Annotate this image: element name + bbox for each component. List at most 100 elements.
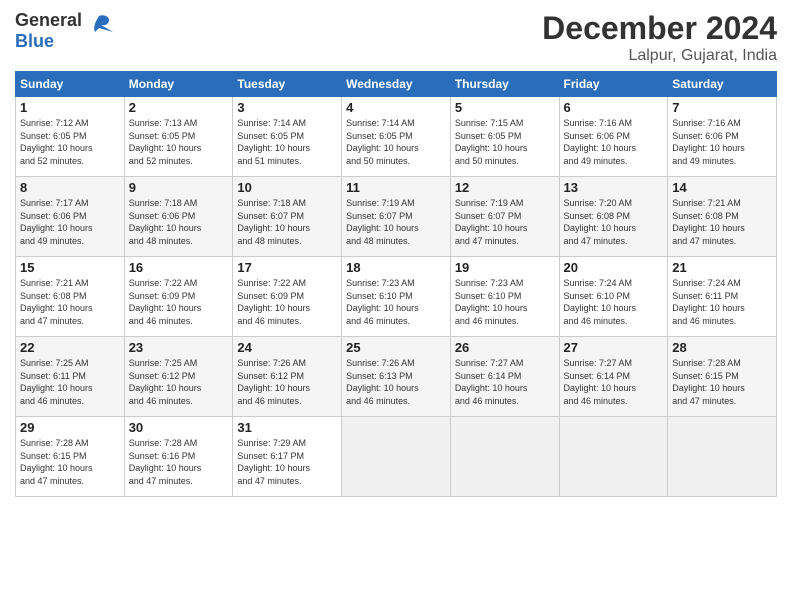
table-row: 14Sunrise: 7:21 AM Sunset: 6:08 PM Dayli… (668, 177, 777, 257)
day-info: Sunrise: 7:19 AM Sunset: 6:07 PM Dayligh… (455, 197, 555, 247)
day-number: 1 (20, 100, 120, 115)
table-row: 1 Sunrise: 7:12 AM Sunset: 6:05 PM Daylig… (16, 97, 125, 177)
table-row: 17 Sunrise: 7:22 AM Sunset: 6:09 PM Dayli… (233, 257, 342, 337)
calendar-week-row: 8Sunrise: 7:17 AM Sunset: 6:06 PM Daylig… (16, 177, 777, 257)
table-row: 22 Sunrise: 7:25 AM Sunset: 6:11 PM Dayli… (16, 337, 125, 417)
title-section: December 2024 Lalpur, Gujarat, India (542, 10, 777, 65)
month-title: December 2024 (542, 10, 777, 47)
table-row: 4 Sunrise: 7:14 AM Sunset: 6:05 PM Daylig… (342, 97, 451, 177)
day-number: 24 (237, 340, 337, 355)
day-info: Sunrise: 7:25 AM Sunset: 6:11 PM Dayligh… (20, 357, 120, 407)
table-row: 29 Sunrise: 7:28 AM Sunset: 6:15 PM Dayli… (16, 417, 125, 497)
day-number: 25 (346, 340, 446, 355)
table-row: 24Sunrise: 7:26 AM Sunset: 6:12 PM Dayli… (233, 337, 342, 417)
logo-blue: Blue (15, 31, 54, 51)
day-info: Sunrise: 7:24 AM Sunset: 6:10 PM Dayligh… (564, 277, 664, 327)
calendar-week-row: 1 Sunrise: 7:12 AM Sunset: 6:05 PM Daylig… (16, 97, 777, 177)
day-info: Sunrise: 7:23 AM Sunset: 6:10 PM Dayligh… (455, 277, 555, 327)
day-info: Sunrise: 7:27 AM Sunset: 6:14 PM Dayligh… (564, 357, 664, 407)
col-saturday: Saturday (668, 72, 777, 97)
col-monday: Monday (124, 72, 233, 97)
location-title: Lalpur, Gujarat, India (542, 47, 777, 65)
day-number: 12 (455, 180, 555, 195)
day-info: Sunrise: 7:18 AM Sunset: 6:07 PM Dayligh… (237, 197, 337, 247)
day-number: 13 (564, 180, 664, 195)
day-number: 22 (20, 340, 120, 355)
day-number: 26 (455, 340, 555, 355)
col-wednesday: Wednesday (342, 72, 451, 97)
day-number: 4 (346, 100, 446, 115)
table-row: 26 Sunrise: 7:27 AM Sunset: 6:14 PM Dayli… (450, 337, 559, 417)
calendar-week-row: 22 Sunrise: 7:25 AM Sunset: 6:11 PM Dayli… (16, 337, 777, 417)
col-friday: Friday (559, 72, 668, 97)
day-info: Sunrise: 7:21 AM Sunset: 6:08 PM Dayligh… (20, 277, 120, 327)
table-row: 6 Sunrise: 7:16 AM Sunset: 6:06 PM Daylig… (559, 97, 668, 177)
day-number: 29 (20, 420, 120, 435)
day-info: Sunrise: 7:20 AM Sunset: 6:08 PM Dayligh… (564, 197, 664, 247)
table-row: 8Sunrise: 7:17 AM Sunset: 6:06 PM Daylig… (16, 177, 125, 257)
day-info: Sunrise: 7:25 AM Sunset: 6:12 PM Dayligh… (129, 357, 229, 407)
day-number: 16 (129, 260, 229, 275)
day-info: Sunrise: 7:27 AM Sunset: 6:14 PM Dayligh… (455, 357, 555, 407)
logo-general: General (15, 10, 82, 30)
col-tuesday: Tuesday (233, 72, 342, 97)
logo-text: General Blue (15, 10, 82, 52)
day-info: Sunrise: 7:14 AM Sunset: 6:05 PM Dayligh… (346, 117, 446, 167)
day-number: 8 (20, 180, 120, 195)
day-info: Sunrise: 7:15 AM Sunset: 6:05 PM Dayligh… (455, 117, 555, 167)
day-number: 10 (237, 180, 337, 195)
table-row: 2 Sunrise: 7:13 AM Sunset: 6:05 PM Daylig… (124, 97, 233, 177)
calendar-header-row: Sunday Monday Tuesday Wednesday Thursday… (16, 72, 777, 97)
day-number: 6 (564, 100, 664, 115)
table-row: 21 Sunrise: 7:24 AM Sunset: 6:11 PM Dayli… (668, 257, 777, 337)
day-number: 3 (237, 100, 337, 115)
day-info: Sunrise: 7:26 AM Sunset: 6:13 PM Dayligh… (346, 357, 446, 407)
empty-cell (559, 417, 668, 497)
day-number: 21 (672, 260, 772, 275)
day-number: 23 (129, 340, 229, 355)
calendar-week-row: 15 Sunrise: 7:21 AM Sunset: 6:08 PM Dayli… (16, 257, 777, 337)
table-row: 20 Sunrise: 7:24 AM Sunset: 6:10 PM Dayli… (559, 257, 668, 337)
table-row: 10 Sunrise: 7:18 AM Sunset: 6:07 PM Dayli… (233, 177, 342, 257)
empty-cell (668, 417, 777, 497)
day-number: 30 (129, 420, 229, 435)
day-info: Sunrise: 7:28 AM Sunset: 6:15 PM Dayligh… (20, 437, 120, 487)
calendar-week-row: 29 Sunrise: 7:28 AM Sunset: 6:15 PM Dayli… (16, 417, 777, 497)
day-info: Sunrise: 7:12 AM Sunset: 6:05 PM Dayligh… (20, 117, 120, 167)
day-number: 20 (564, 260, 664, 275)
day-info: Sunrise: 7:22 AM Sunset: 6:09 PM Dayligh… (237, 277, 337, 327)
day-info: Sunrise: 7:28 AM Sunset: 6:16 PM Dayligh… (129, 437, 229, 487)
day-number: 15 (20, 260, 120, 275)
day-info: Sunrise: 7:19 AM Sunset: 6:07 PM Dayligh… (346, 197, 446, 247)
col-thursday: Thursday (450, 72, 559, 97)
table-row: 27Sunrise: 7:27 AM Sunset: 6:14 PM Dayli… (559, 337, 668, 417)
table-row: 5Sunrise: 7:15 AM Sunset: 6:05 PM Daylig… (450, 97, 559, 177)
table-row: 28 Sunrise: 7:28 AM Sunset: 6:15 PM Dayli… (668, 337, 777, 417)
day-info: Sunrise: 7:22 AM Sunset: 6:09 PM Dayligh… (129, 277, 229, 327)
day-info: Sunrise: 7:28 AM Sunset: 6:15 PM Dayligh… (672, 357, 772, 407)
logo: General Blue (15, 10, 113, 52)
empty-cell (450, 417, 559, 497)
table-row: 15 Sunrise: 7:21 AM Sunset: 6:08 PM Dayli… (16, 257, 125, 337)
day-number: 11 (346, 180, 446, 195)
table-row: 18 Sunrise: 7:23 AM Sunset: 6:10 PM Dayli… (342, 257, 451, 337)
day-info: Sunrise: 7:13 AM Sunset: 6:05 PM Dayligh… (129, 117, 229, 167)
table-row: 12 Sunrise: 7:19 AM Sunset: 6:07 PM Dayli… (450, 177, 559, 257)
day-info: Sunrise: 7:23 AM Sunset: 6:10 PM Dayligh… (346, 277, 446, 327)
day-number: 9 (129, 180, 229, 195)
day-info: Sunrise: 7:16 AM Sunset: 6:06 PM Dayligh… (672, 117, 772, 167)
day-number: 14 (672, 180, 772, 195)
day-info: Sunrise: 7:18 AM Sunset: 6:06 PM Dayligh… (129, 197, 229, 247)
table-row: 19Sunrise: 7:23 AM Sunset: 6:10 PM Dayli… (450, 257, 559, 337)
day-number: 17 (237, 260, 337, 275)
header: General Blue December 2024 Lalpur, Gujar… (15, 10, 777, 65)
day-number: 28 (672, 340, 772, 355)
day-number: 18 (346, 260, 446, 275)
table-row: 3 Sunrise: 7:14 AM Sunset: 6:05 PM Daylig… (233, 97, 342, 177)
calendar-container: General Blue December 2024 Lalpur, Gujar… (0, 0, 792, 612)
day-number: 2 (129, 100, 229, 115)
day-info: Sunrise: 7:16 AM Sunset: 6:06 PM Dayligh… (564, 117, 664, 167)
col-sunday: Sunday (16, 72, 125, 97)
day-info: Sunrise: 7:24 AM Sunset: 6:11 PM Dayligh… (672, 277, 772, 327)
day-info: Sunrise: 7:14 AM Sunset: 6:05 PM Dayligh… (237, 117, 337, 167)
